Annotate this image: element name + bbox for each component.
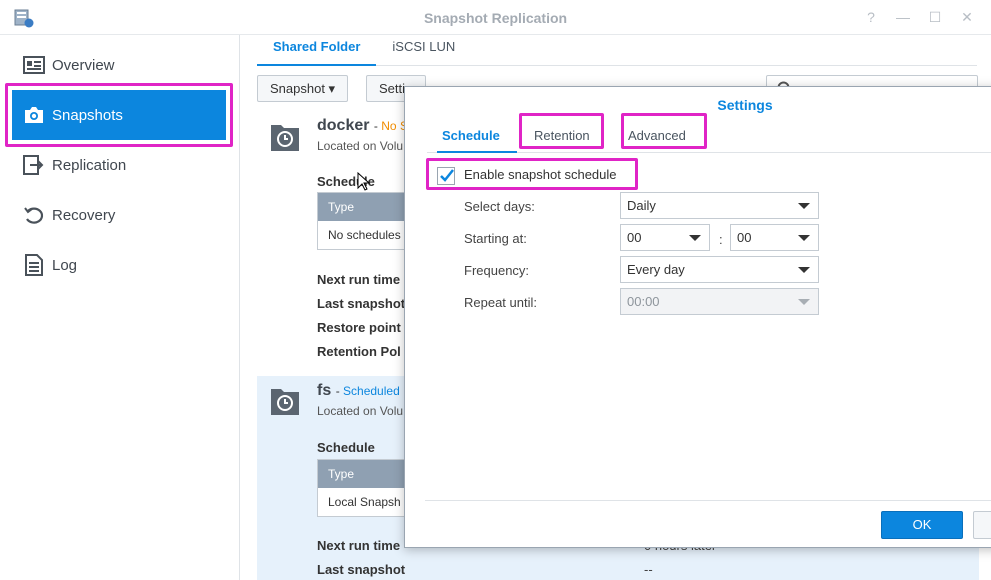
minimize-icon[interactable]: — <box>894 9 912 25</box>
folder-name: fs - Scheduled <box>317 382 400 399</box>
last-snapshot-value: -- <box>644 562 653 577</box>
active-tab-indicator <box>437 151 517 153</box>
recovery-icon <box>22 203 46 227</box>
folder-location: Located on Volu <box>317 404 404 418</box>
start-minute-value: 00 <box>737 230 752 245</box>
tab-schedule[interactable]: Schedule <box>442 128 500 143</box>
next-run-label: Next run time <box>317 538 401 553</box>
mouse-cursor-icon <box>357 172 371 191</box>
sidebar: Overview Snapshots Replication Recovery … <box>0 35 240 580</box>
replication-icon <box>22 153 46 177</box>
folder-status: Scheduled <box>343 384 400 398</box>
select-days-label: Select days: <box>464 199 535 214</box>
chevron-down-icon <box>798 267 810 273</box>
start-hour-dropdown[interactable]: 00 <box>620 224 710 251</box>
window-title: Snapshot Replication <box>423 10 568 26</box>
restore-point-label: Restore point <box>317 320 401 335</box>
log-icon <box>22 253 46 277</box>
last-snapshot-label: Last snapshot <box>317 562 406 577</box>
tab-retention[interactable]: Retention <box>534 128 590 143</box>
sidebar-item-label: Recovery <box>52 206 116 224</box>
chevron-down-icon <box>689 235 701 241</box>
dialog-title: Settings <box>717 97 773 113</box>
dialog-tabs: Schedule Retention Advanced <box>427 119 991 153</box>
sidebar-item-snapshots[interactable]: Snapshots <box>12 90 226 140</box>
start-hour-value: 00 <box>627 230 642 245</box>
starting-at-label: Starting at: <box>464 231 527 246</box>
chevron-down-icon <box>798 203 810 209</box>
sidebar-item-label: Overview <box>52 56 115 74</box>
sidebar-item-log[interactable]: Log <box>12 240 226 290</box>
schedule-heading: Schedule <box>317 440 375 455</box>
folder-snapshot-icon <box>271 125 299 151</box>
retention-policy-label: Retention Pol <box>317 344 401 359</box>
sidebar-item-replication[interactable]: Replication <box>12 140 226 190</box>
cancel-button[interactable] <box>973 511 991 539</box>
last-snapshot-label: Last snapshot <box>317 296 406 311</box>
tab-shared-folder[interactable]: Shared Folder <box>257 35 377 66</box>
select-days-value: Daily <box>627 198 656 213</box>
settings-dialog: Settings Schedule Retention Advanced Ena… <box>404 86 991 548</box>
folder-snapshot-icon <box>271 389 299 415</box>
ok-button[interactable]: OK <box>881 511 963 539</box>
folder-location: Located on Volu <box>317 139 404 153</box>
time-separator: : <box>719 232 723 247</box>
enable-schedule-label[interactable]: Enable snapshot schedule <box>464 167 617 182</box>
main-tabs: Shared Folder iSCSI LUN <box>257 35 977 66</box>
chevron-down-icon <box>798 235 810 241</box>
repeat-until-dropdown: 00:00 <box>620 288 819 315</box>
snapshot-button[interactable]: Snapshot ▾ <box>257 75 349 102</box>
checkmark-icon <box>440 169 454 182</box>
next-run-label: Next run time <box>317 272 401 287</box>
repeat-until-label: Repeat until: <box>464 295 537 310</box>
maximize-icon[interactable]: ☐ <box>926 9 944 26</box>
title-bar: Snapshot Replication ? — ☐ ✕ <box>0 0 991 35</box>
close-icon[interactable]: ✕ <box>958 9 976 26</box>
frequency-label: Frequency: <box>464 263 530 278</box>
sidebar-item-label: Snapshots <box>52 106 123 124</box>
tab-advanced[interactable]: Advanced <box>628 128 686 143</box>
select-days-dropdown[interactable]: Daily <box>620 192 819 219</box>
repeat-until-value: 00:00 <box>627 294 660 309</box>
sidebar-item-label: Log <box>52 256 78 274</box>
dialog-footer-divider <box>425 500 991 501</box>
sidebar-item-recovery[interactable]: Recovery <box>12 190 226 240</box>
frequency-value: Every day <box>627 262 685 277</box>
sidebar-item-label: Replication <box>52 156 127 174</box>
sidebar-item-overview[interactable]: Overview <box>12 40 226 90</box>
overview-icon <box>22 53 46 77</box>
tab-iscsi-lun[interactable]: iSCSI LUN <box>376 35 471 66</box>
folder-name: docker - No S <box>317 117 408 134</box>
camera-icon <box>22 103 46 127</box>
enable-schedule-checkbox[interactable] <box>437 167 455 185</box>
start-minute-dropdown[interactable]: 00 <box>730 224 819 251</box>
frequency-dropdown[interactable]: Every day <box>620 256 819 283</box>
help-icon[interactable]: ? <box>862 9 880 25</box>
chevron-down-icon <box>798 299 810 305</box>
